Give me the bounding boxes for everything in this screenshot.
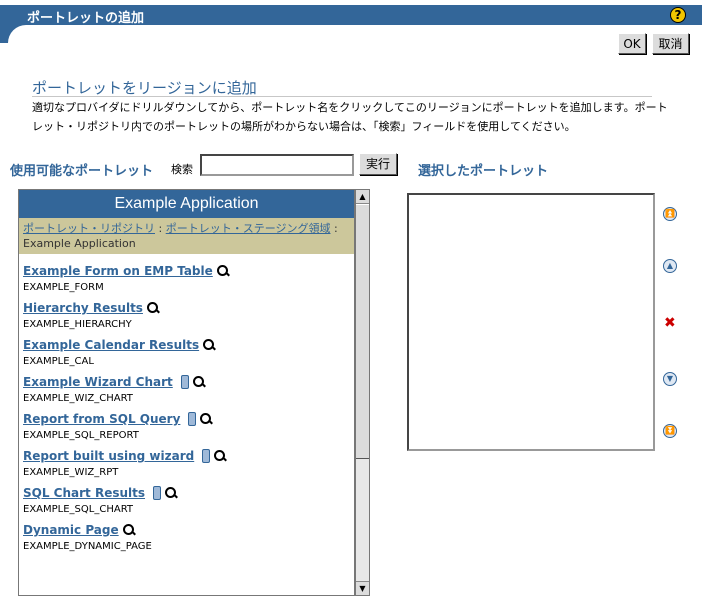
breadcrumb-link-repository[interactable]: ポートレット・リポジトリ [23,222,155,235]
section-divider [32,96,652,97]
list-item: Example Wizard Chart EXAMPLE_WIZ_CHART [19,365,354,404]
magnifier-icon[interactable] [203,338,215,351]
mobile-device-icon [188,411,197,426]
portlet-link[interactable]: Example Calendar Results [23,338,199,352]
search-input[interactable] [200,154,354,176]
magnifier-icon[interactable] [200,412,212,425]
mobile-device-icon [180,374,189,389]
magnifier-icon[interactable] [146,301,159,314]
list-item: Dynamic Page EXAMPLE_DYNAMIC_PAGE [19,513,354,552]
scroll-thumb[interactable] [356,204,369,459]
breadcrumb: ポートレット・リポジトリ : ポートレット・ステージング領域 : Example… [19,218,354,254]
move-top-icon[interactable]: ⏫ [663,207,677,221]
ok-button[interactable]: OK [618,33,646,54]
list-item: SQL Chart Results EXAMPLE_SQL_CHART [19,476,354,515]
section-title: ポートレットをリージョンに追加 [32,79,257,97]
portlet-link[interactable]: Dynamic Page [23,523,119,537]
breadcrumb-link-staging[interactable]: ポートレット・ステージング領域 [166,222,331,235]
mobile-device-icon [202,448,211,463]
move-up-icon[interactable]: ▲ [663,259,677,273]
portlet-link[interactable]: Example Wizard Chart [23,375,173,389]
mobile-device-icon [153,485,162,500]
magnifier-icon[interactable] [192,375,205,388]
move-bottom-icon[interactable]: ⏬ [663,424,677,438]
list-item: Example Calendar Results EXAMPLE_CAL [19,328,354,367]
magnifier-icon[interactable] [214,449,226,462]
list-item: Hierarchy Results EXAMPLE_HIERARCHY [19,291,354,330]
cancel-button[interactable]: 取消 [652,33,689,54]
delete-icon[interactable]: ✖ [664,315,676,331]
portlet-link[interactable]: Report from SQL Query [23,412,180,426]
help-icon[interactable]: ? [670,7,686,23]
scroll-down-icon[interactable]: ▼ [356,581,369,595]
portlet-list: Example Form on EMP Table EXAMPLE_FORM Hie… [19,254,354,552]
available-portlets-label: 使用可能なポートレット [10,164,154,179]
portlet-link[interactable]: SQL Chart Results [23,486,145,500]
breadcrumb-separator: : [155,222,166,235]
instructions-text: 適切なプロバイダにドリルダウンしてから、ポートレット名をクリックしてこのリージョ… [32,101,668,133]
list-item: Report built using wizard EXAMPLE_WIZ_RPT [19,439,354,478]
execute-button[interactable]: 実行 [359,153,397,175]
magnifier-icon[interactable] [165,486,177,499]
move-down-icon[interactable]: ▼ [663,372,677,386]
selected-portlets-label: 選択したポートレット [418,164,549,179]
panel-title: Example Application [19,190,354,218]
scroll-up-icon[interactable]: ▲ [356,190,369,204]
title-bar-curve [0,25,48,65]
available-portlets-panel: Example Application ポートレット・リポジトリ : ポートレッ… [18,189,355,596]
list-item: Example Form on EMP Table EXAMPLE_FORM [19,254,354,293]
page-title: ポートレットの追加 [27,11,145,26]
list-item: Report from SQL Query EXAMPLE_SQL_REPORT [19,402,354,441]
portlet-list-scrollbar[interactable]: ▲ ▼ [355,189,370,596]
magnifier-icon[interactable] [122,523,135,536]
portlet-id: EXAMPLE_DYNAMIC_PAGE [23,541,152,552]
magnifier-icon[interactable] [216,264,229,277]
selected-portlets-list[interactable] [407,193,655,451]
portlet-link[interactable]: Report built using wizard [23,449,194,463]
portlet-link[interactable]: Hierarchy Results [23,301,143,315]
breadcrumb-separator: : [330,222,338,235]
breadcrumb-current: Example Application [23,237,136,250]
portlet-link[interactable]: Example Form on EMP Table [23,264,213,278]
search-label: 検索 [171,163,193,176]
